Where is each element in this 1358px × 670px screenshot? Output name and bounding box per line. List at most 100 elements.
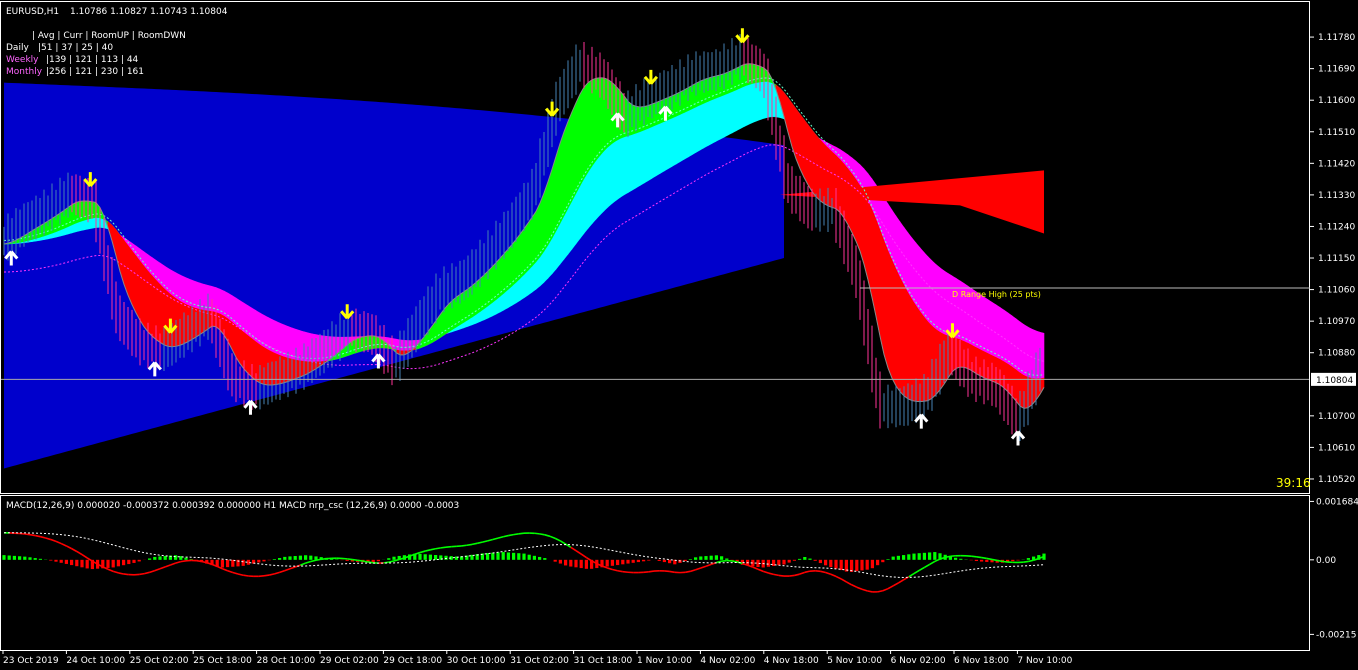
time-axis: 23 Oct 2019 24 Oct 10:00 25 Oct 02:00 25 Oc… — [2, 650, 1073, 666]
trend-cloud-segment — [1007, 312, 1013, 368]
trend-cloud-segment — [723, 92, 729, 138]
momentum-cloud-segment — [359, 336, 365, 353]
momentum-cloud-segment — [75, 200, 81, 224]
trend-cloud-segment — [167, 267, 173, 297]
trend-cloud-segment — [663, 119, 669, 172]
macd-line-segment — [279, 569, 286, 574]
macd-line-segment — [497, 535, 504, 539]
momentum-cloud-segment — [355, 337, 361, 354]
trend-cloud-segment — [1031, 328, 1037, 380]
momentum-cloud-segment — [247, 335, 253, 378]
momentum-cloud-segment — [887, 250, 893, 379]
trend-cloud-segment — [311, 333, 317, 363]
momentum-cloud-segment — [535, 202, 541, 263]
macd-line-segment — [835, 575, 842, 580]
macd-histogram-bar — [163, 556, 167, 560]
macd-histogram-bar — [434, 555, 438, 560]
macd-line-segment — [971, 555, 977, 558]
price-tick-label: 1.10700 — [1318, 412, 1355, 422]
momentum-cloud-segment — [755, 64, 761, 84]
macd-line-segment — [544, 534, 551, 538]
macd-histogram-bar — [647, 559, 651, 561]
macd-histogram-bar — [813, 559, 817, 561]
trend-cloud-segment — [79, 219, 85, 232]
info-row-weekly-values: |139 | 121 | 113 | 44 — [46, 55, 139, 65]
macd-line-segment — [425, 549, 431, 552]
price-tick-label: 1.11690 — [1318, 65, 1355, 75]
macd-histogram-bar — [283, 556, 287, 560]
momentum-cloud-segment — [903, 285, 909, 400]
macd-line-segment — [867, 590, 873, 593]
macd-line-segment — [29, 533, 36, 537]
momentum-cloud-segment — [243, 331, 249, 375]
macd-line-segment — [300, 562, 306, 566]
macd-histogram-bar — [532, 555, 536, 560]
momentum-cloud-segment — [983, 351, 989, 380]
macd-line-segment — [144, 571, 150, 575]
trend-cloud-segment — [659, 121, 665, 174]
macd-line-segment — [518, 532, 525, 535]
trend-cloud-segment — [527, 265, 533, 296]
macd-histogram-bar — [85, 559, 89, 569]
trend-cloud-segment — [583, 170, 589, 235]
time-tick-label: 25 Oct 02:00 — [130, 656, 189, 666]
trend-cloud-segment — [395, 338, 401, 352]
macd-histogram-bar — [829, 559, 833, 568]
macd-histogram-bar — [636, 559, 640, 563]
momentum-cloud-segment — [579, 86, 585, 187]
macd-histogram-bar — [902, 555, 906, 560]
macd-line-segment — [50, 538, 57, 543]
macd-line-segment — [503, 534, 509, 538]
macd-line-segment — [60, 542, 67, 547]
price-panel[interactable] — [0, 28, 1310, 469]
macd-histogram-bar — [376, 559, 380, 562]
momentum-cloud-segment — [583, 81, 589, 180]
macd-line-segment — [107, 568, 114, 573]
momentum-cloud-segment — [591, 77, 597, 167]
macd-histogram-bar — [616, 559, 620, 566]
trend-cloud-segment — [575, 185, 581, 245]
momentum-cloud-segment — [907, 291, 913, 402]
macd-histogram-bar — [886, 559, 890, 560]
trend-cloud-segment — [927, 256, 933, 327]
momentum-cloud-segment — [827, 147, 833, 208]
macd-line-segment — [918, 566, 925, 572]
momentum-cloud-segment — [563, 121, 569, 216]
macd-line-segment — [1002, 560, 1008, 563]
macd-line-segment — [690, 569, 696, 573]
macd-line-segment — [466, 543, 473, 547]
macd-histogram-bar — [699, 556, 703, 560]
trading-chart[interactable]: 1.11780 1.11690 1.11600 1.11510 1.11420 1.113… — [0, 0, 1358, 670]
trend-cloud-segment — [667, 117, 673, 170]
macd-histogram-bar — [704, 556, 708, 560]
macd-line-segment — [492, 537, 499, 541]
macd-line-segment — [440, 546, 447, 549]
macd-line-segment — [482, 540, 488, 543]
sell-arrow-icon — [735, 28, 750, 44]
macd-line-segment — [196, 559, 202, 563]
momentum-cloud-segment — [979, 349, 985, 379]
macd-histogram-bar — [278, 558, 282, 560]
trend-cloud-segment — [83, 218, 89, 231]
macd-line-segment — [269, 573, 275, 576]
trend-cloud-segment — [703, 100, 709, 149]
momentum-cloud-segment — [959, 339, 965, 368]
momentum-cloud-segment — [79, 200, 85, 222]
macd-histogram-bar — [423, 554, 427, 560]
macd-line-segment — [575, 550, 582, 555]
macd-panel[interactable] — [2, 531, 1046, 593]
momentum-cloud-segment — [87, 200, 93, 220]
price-tick-label: 1.11780 — [1318, 33, 1355, 43]
trend-cloud-segment — [599, 149, 605, 216]
momentum-cloud-segment — [255, 341, 261, 384]
momentum-cloud-segment — [643, 105, 649, 131]
current-price-label: 1.10804 — [1316, 376, 1353, 386]
trend-cloud-segment — [587, 164, 593, 230]
macd-histogram-bar — [288, 556, 292, 560]
macd-line-segment — [310, 559, 317, 563]
trend-cloud-segment — [303, 331, 309, 363]
macd-histogram-bar — [803, 557, 807, 560]
trend-cloud-segment — [719, 94, 725, 140]
trend-cloud-segment — [655, 122, 661, 177]
macd-line-segment — [362, 560, 369, 563]
